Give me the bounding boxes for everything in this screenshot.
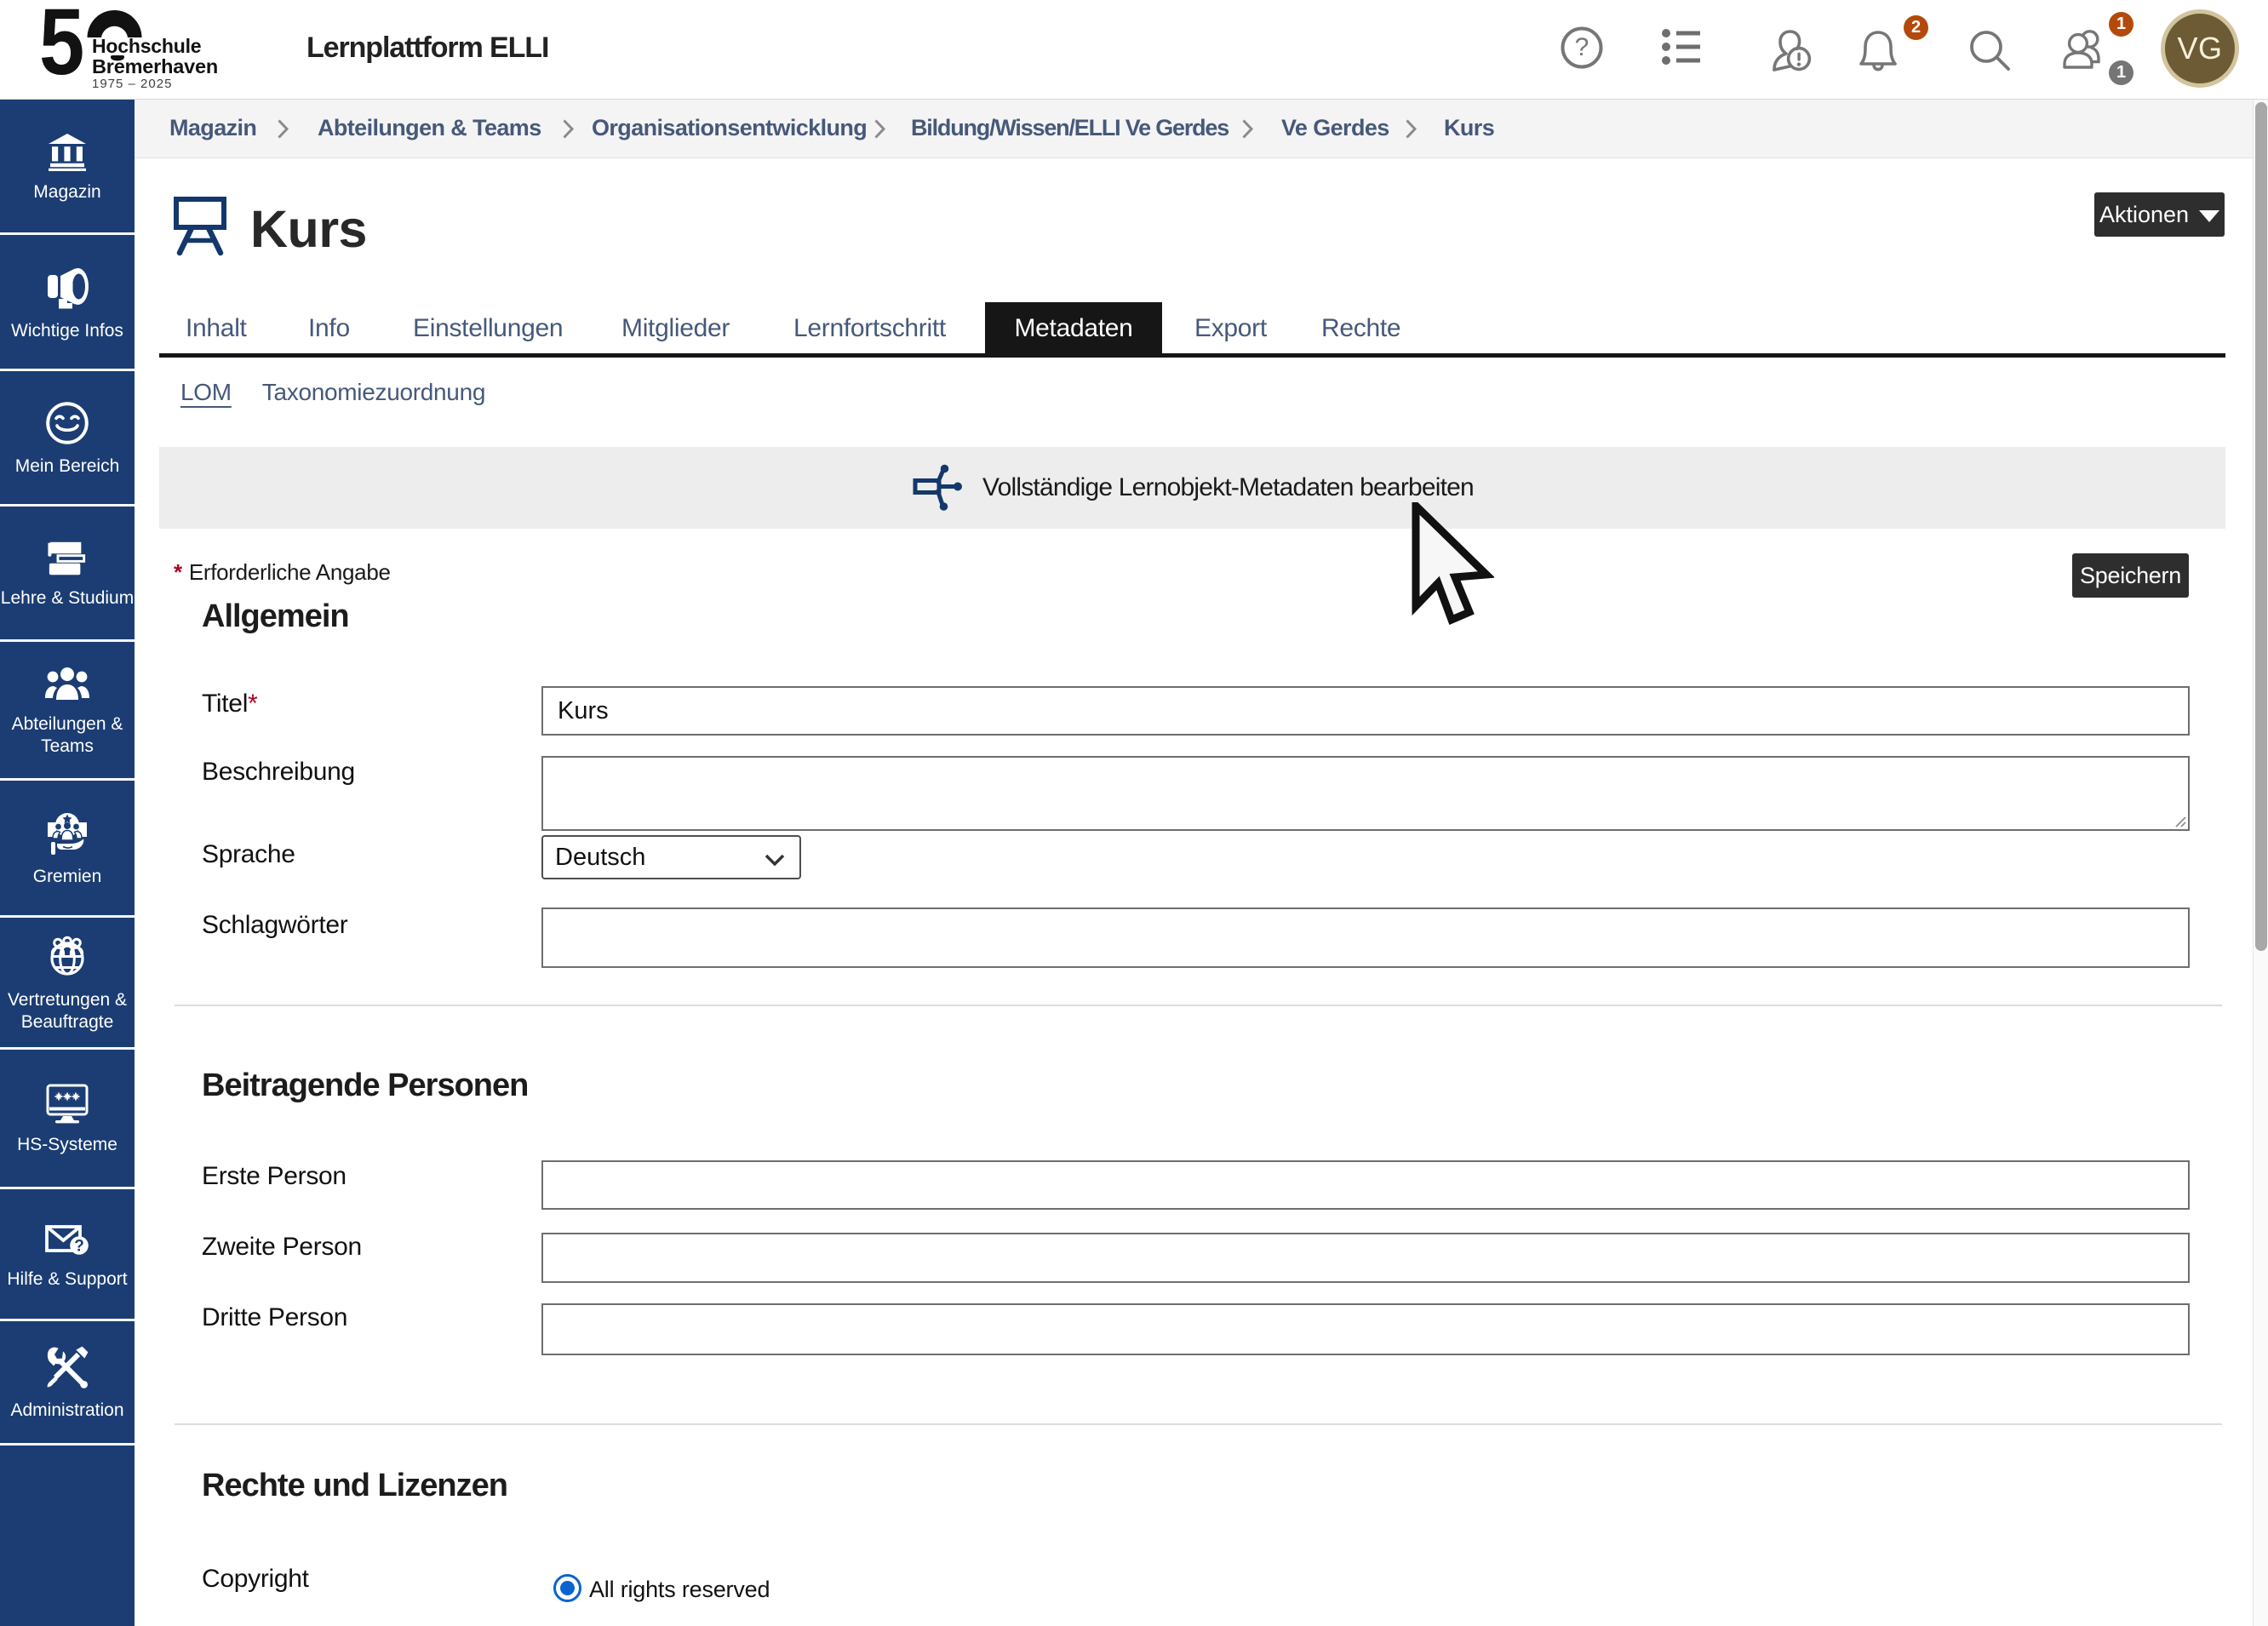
svg-text:?: ? (74, 1237, 84, 1255)
svg-text:?: ? (1575, 33, 1589, 61)
